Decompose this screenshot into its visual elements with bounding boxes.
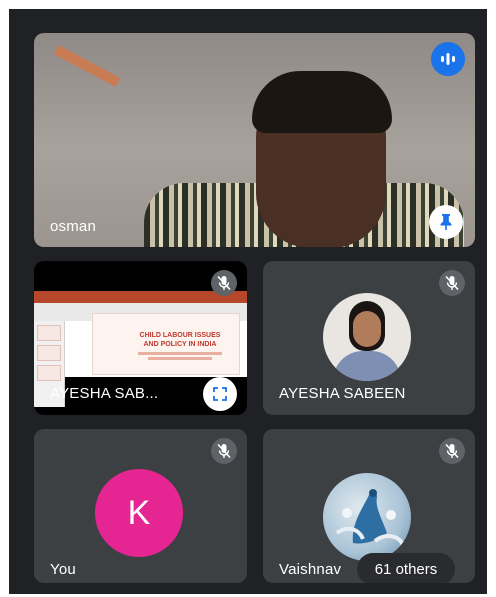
tile-ayesha-sabeen[interactable]: AYESHA SABEEN [263, 261, 475, 415]
others-count-badge[interactable]: 61 others [357, 553, 455, 583]
fullscreen-icon [213, 387, 227, 401]
tile-osman[interactable]: osman [34, 33, 475, 247]
meeting-grid: osman CHILD LABOUR ISSUES AND POLICY IN … [9, 9, 487, 594]
participant-name-osman: osman [50, 218, 97, 235]
fullscreen-button[interactable] [203, 377, 237, 411]
tile-vaishnavi[interactable]: Vaishnav 61 others [263, 429, 475, 583]
slide-title-line-2: AND POLICY IN INDIA [143, 341, 217, 348]
avatar-self: K [95, 469, 183, 557]
mic-off-icon [211, 270, 237, 296]
mic-off-icon [439, 270, 465, 296]
tile-presentation[interactable]: CHILD LABOUR ISSUES AND POLICY IN INDIA … [34, 261, 247, 415]
participant-hair [252, 71, 392, 133]
mic-off-icon [439, 438, 465, 464]
mic-off-icon [211, 438, 237, 464]
pin-button[interactable] [429, 205, 463, 239]
pin-icon [440, 214, 452, 230]
participant-name-presenter: AYESHA SAB... [50, 385, 159, 402]
participant-name-vaishnavi: Vaishnav [279, 561, 342, 578]
avatar-vaishnavi [323, 473, 411, 561]
slide-title-line-1: CHILD LABOUR ISSUES [139, 332, 221, 339]
participant-name-ayesha: AYESHA SABEEN [279, 385, 406, 402]
speaking-indicator-icon [431, 42, 465, 76]
participant-name-you: You [50, 561, 76, 578]
avatar-ayesha-sabeen [323, 293, 411, 381]
slide-title: CHILD LABOUR ISSUES AND POLICY IN INDIA [120, 331, 240, 360]
tile-you[interactable]: K You [34, 429, 247, 583]
shared-screen: CHILD LABOUR ISSUES AND POLICY IN INDIA [34, 291, 247, 407]
